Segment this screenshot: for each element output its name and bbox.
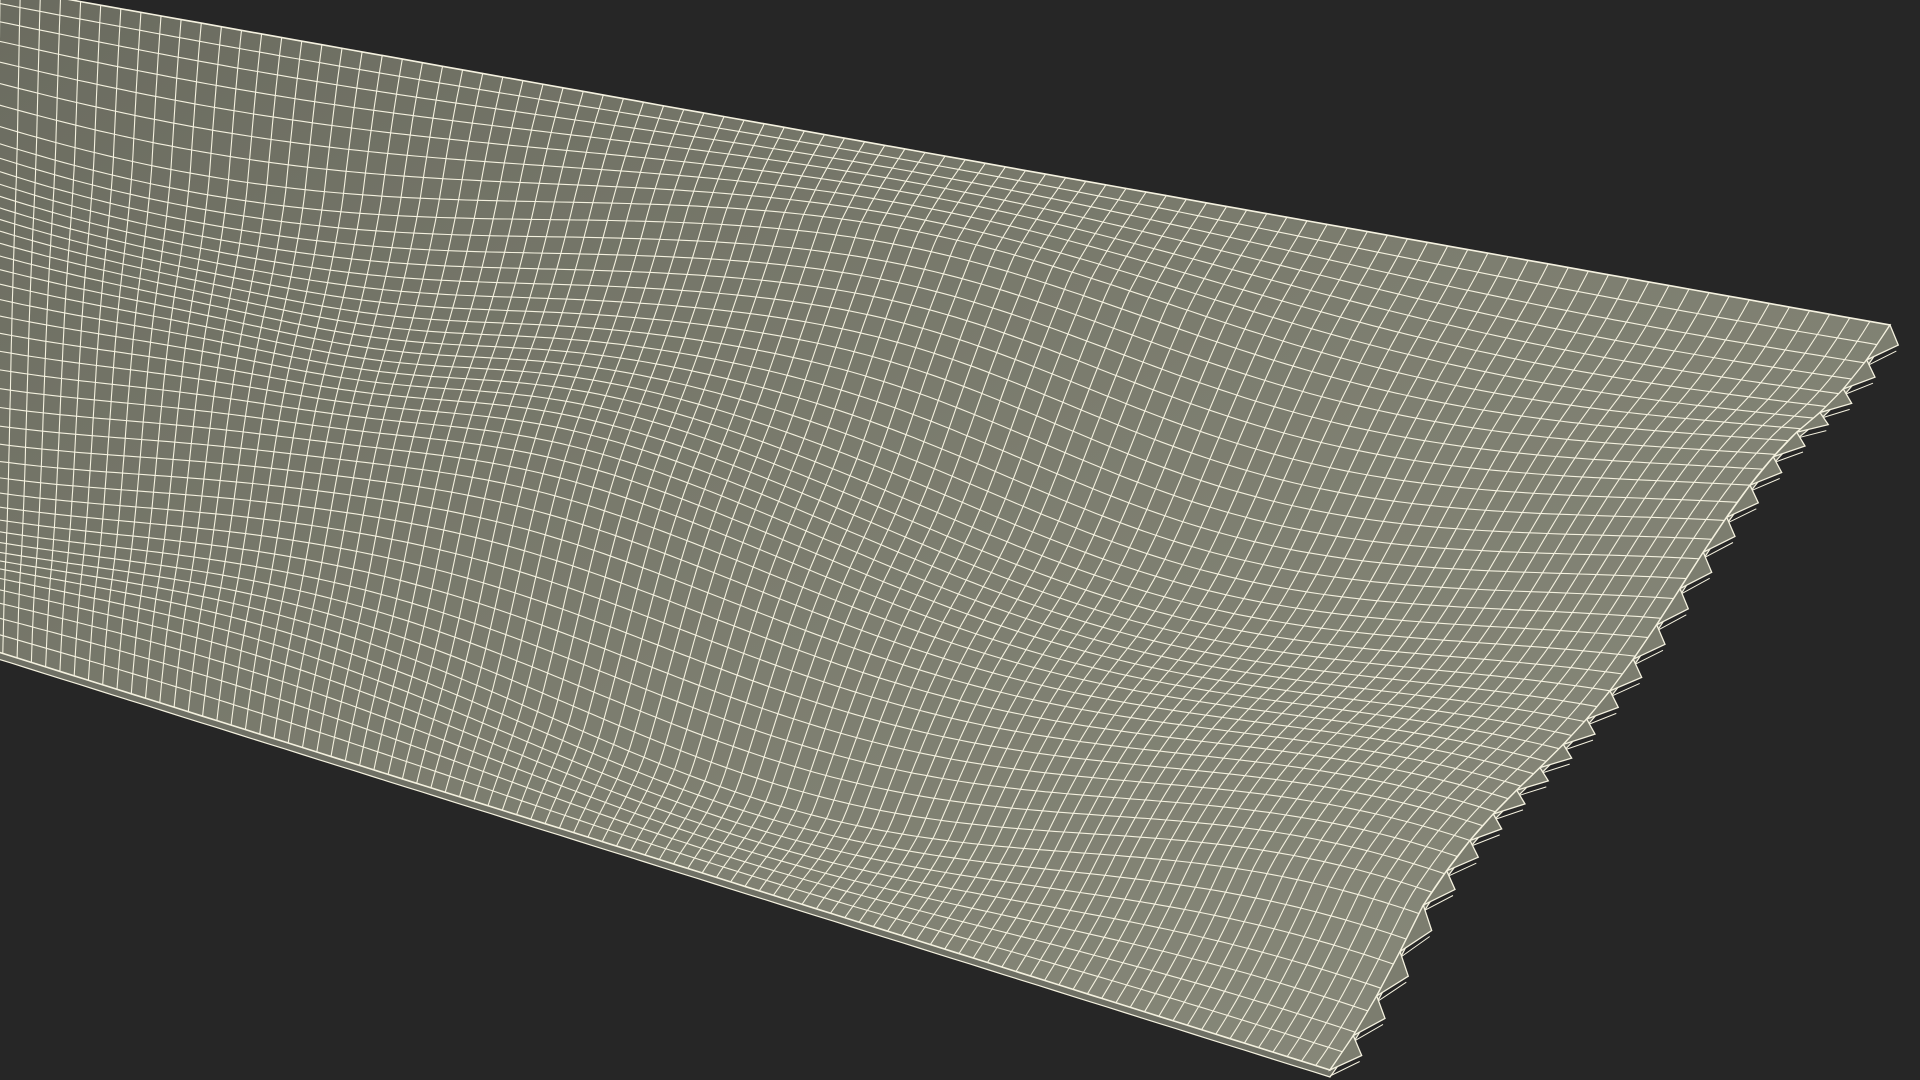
3d-viewport[interactable]	[0, 0, 1920, 1080]
wireframe-render	[0, 0, 1920, 1080]
